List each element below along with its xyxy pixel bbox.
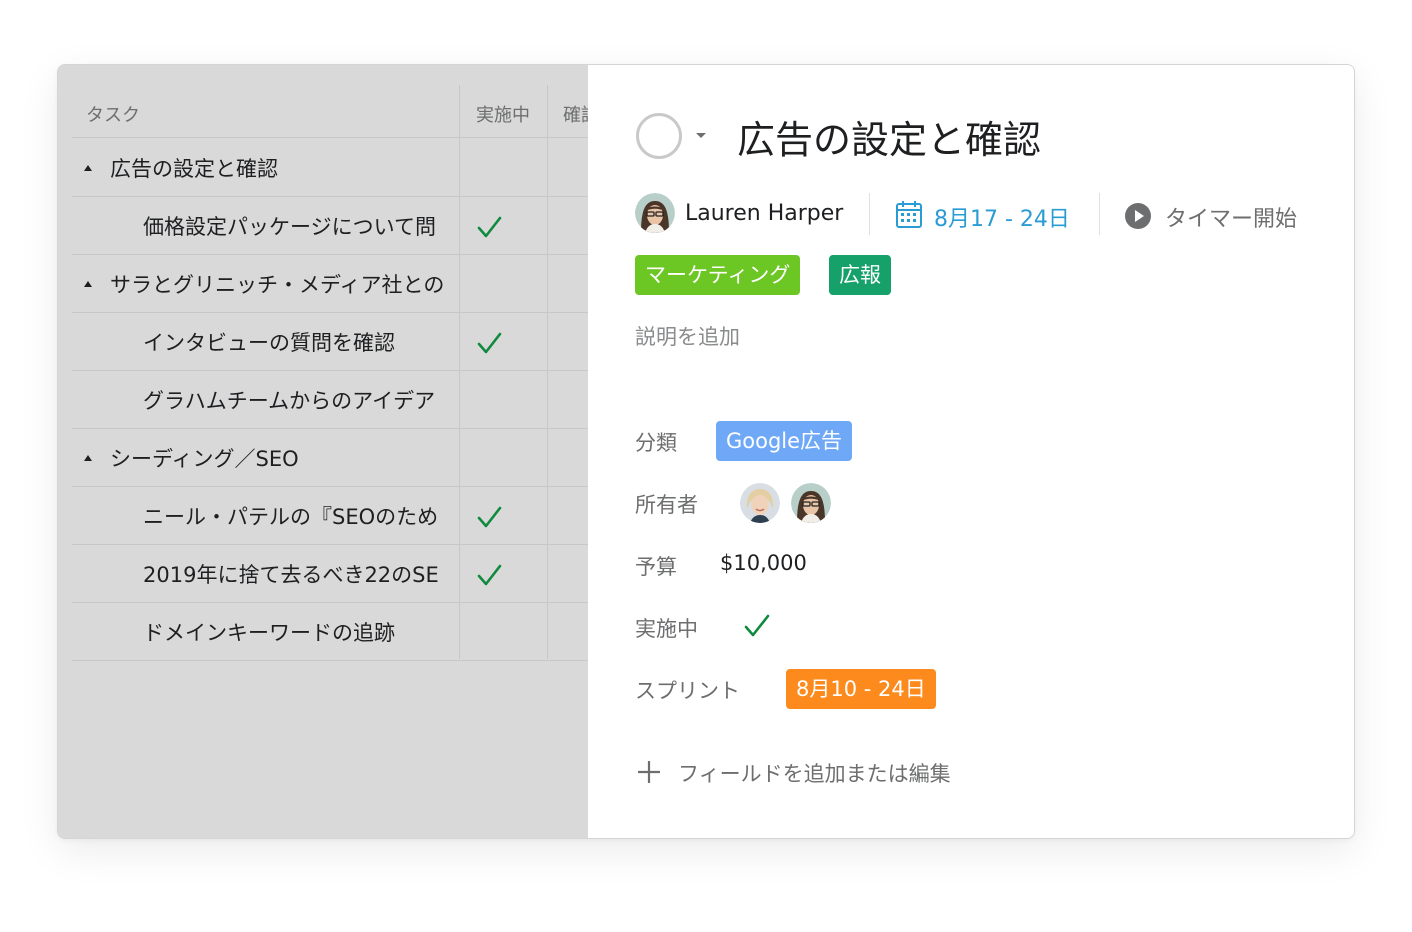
in-progress-check-icon[interactable] <box>742 611 772 641</box>
task-title[interactable]: 広告の設定と確認 <box>737 109 1041 164</box>
task-row[interactable]: サラとグリニッチ・メディア社との <box>72 255 588 313</box>
task-row[interactable]: 広告の設定と確認 <box>72 139 588 197</box>
avatar-image <box>791 483 831 523</box>
task-window: タスク 実施中 確認 広告の設定と確認価格設定パッケージについて問サラとグリニッ… <box>57 64 1355 839</box>
tag-marketing[interactable]: マーケティング <box>635 255 801 295</box>
add-edit-field-button[interactable]: フィールドを追加または編集 <box>678 758 951 788</box>
avatar-image <box>635 193 675 233</box>
column-header-task[interactable]: タスク <box>86 101 140 127</box>
assignee-avatar[interactable] <box>635 193 675 233</box>
expand-caret-icon[interactable] <box>84 165 92 171</box>
check-icon[interactable] <box>475 213 503 241</box>
task-name[interactable]: シーディング／SEO <box>110 443 460 473</box>
check-icon[interactable] <box>475 561 503 589</box>
sprint-value-tag[interactable]: 8月10 - 24日 <box>786 669 936 709</box>
task-name[interactable]: グラハムチームからのアイデア <box>143 385 459 415</box>
task-name[interactable]: 広告の設定と確認 <box>110 153 460 183</box>
column-header-in-progress[interactable]: 実施中 <box>476 101 530 127</box>
check-icon[interactable] <box>475 503 503 531</box>
complete-options-caret-icon[interactable] <box>696 133 706 138</box>
calendar-icon[interactable] <box>895 199 923 229</box>
assignee-name[interactable]: Lauren Harper <box>685 201 843 226</box>
due-date[interactable]: 8月17 - 24日 <box>934 201 1070 233</box>
task-list-pane: タスク 実施中 確認 広告の設定と確認価格設定パッケージについて問サラとグリニッ… <box>58 65 588 838</box>
plus-icon[interactable] <box>636 759 662 785</box>
task-row[interactable]: 2019年に捨て去るべき22のSE <box>72 545 588 603</box>
task-detail-pane: 広告の設定と確認 Lauren Harper 8月17 - 24日 タイマー開始… <box>588 65 1354 838</box>
owner-avatar-2[interactable] <box>791 483 831 523</box>
divider <box>869 193 870 235</box>
field-label-in-progress: 実施中 <box>635 617 698 641</box>
owner-avatar-1[interactable] <box>740 483 780 523</box>
field-label-category: 分類 <box>635 431 677 455</box>
divider <box>1099 193 1100 235</box>
field-label-budget: 予算 <box>635 555 677 579</box>
task-row[interactable]: グラハムチームからのアイデア <box>72 371 588 429</box>
task-row[interactable]: ニール・パテルの『SEOのため <box>72 487 588 545</box>
field-label-sprint: スプリント <box>635 679 740 703</box>
complete-task-button[interactable] <box>636 113 682 159</box>
list-header: タスク 実施中 確認 <box>72 85 588 138</box>
task-name[interactable]: サラとグリニッチ・メディア社との <box>110 269 460 299</box>
description-field[interactable]: 説明を追加 <box>635 321 740 351</box>
task-row[interactable]: ドメインキーワードの追跡 <box>72 603 588 661</box>
check-icon[interactable] <box>475 329 503 357</box>
task-name[interactable]: ニール・パテルの『SEOのため <box>143 501 459 531</box>
start-timer-button[interactable]: タイマー開始 <box>1165 201 1297 233</box>
task-name[interactable]: インタビューの質問を確認 <box>143 327 459 357</box>
task-row[interactable]: インタビューの質問を確認 <box>72 313 588 371</box>
column-header-review[interactable]: 確認 <box>563 101 588 127</box>
task-row[interactable]: 価格設定パッケージについて問 <box>72 197 588 255</box>
tag-pr[interactable]: 広報 <box>829 255 891 295</box>
expand-caret-icon[interactable] <box>84 281 92 287</box>
field-label-owner: 所有者 <box>635 493 698 517</box>
budget-value[interactable]: $10,000 <box>720 551 807 575</box>
task-name[interactable]: 価格設定パッケージについて問 <box>143 211 459 241</box>
task-row[interactable]: シーディング／SEO <box>72 429 588 487</box>
task-name[interactable]: ドメインキーワードの追跡 <box>143 617 459 647</box>
category-value-tag[interactable]: Google広告 <box>716 421 853 461</box>
task-name[interactable]: 2019年に捨て去るべき22のSE <box>143 559 459 589</box>
avatar-image <box>740 483 780 523</box>
play-icon[interactable] <box>1124 202 1152 230</box>
expand-caret-icon[interactable] <box>84 455 92 461</box>
